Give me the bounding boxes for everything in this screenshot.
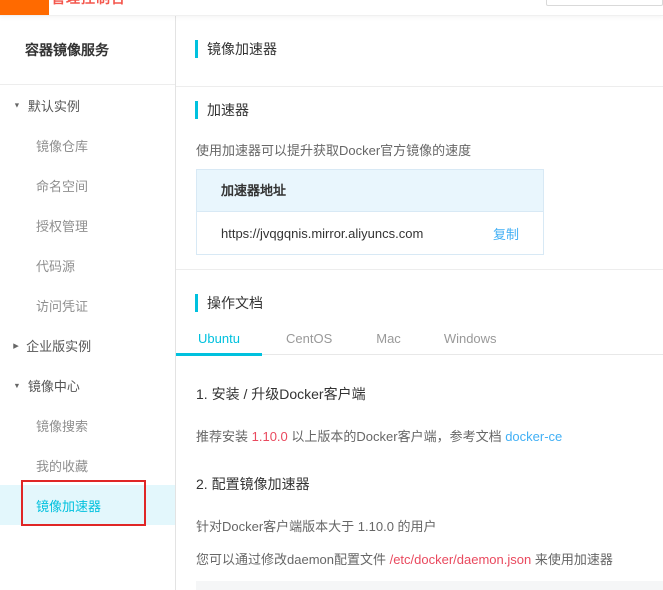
console-page: 管理控制台 容器镜像服务 ▼ 默认实例 镜像仓库 命名空间 授权管理 <box>0 0 663 590</box>
sidebar-item-image-repos[interactable]: 镜像仓库 <box>0 125 175 165</box>
sidebar: 容器镜像服务 ▼ 默认实例 镜像仓库 命名空间 授权管理 代码源 访问凭证 ▶ … <box>0 16 176 590</box>
sidebar-item-image-search[interactable]: 镜像搜索 <box>0 405 175 445</box>
sidebar-item-access-credentials[interactable]: 访问凭证 <box>0 285 175 325</box>
clipped-red-nav-text: 管理控制台 <box>51 0 161 6</box>
accelerator-description: 使用加速器可以提升获取Docker官方镜像的速度 <box>196 143 472 158</box>
top-header-bar: 管理控制台 <box>0 0 663 16</box>
copy-button[interactable]: 复制 <box>493 224 519 243</box>
accent-bar <box>195 294 198 312</box>
docker-ce-link[interactable]: docker-ce <box>505 429 562 444</box>
sidebar-item-image-accelerator[interactable]: 镜像加速器 <box>0 485 175 525</box>
sidebar-group-enterprise-instance[interactable]: ▶ 企业版实例 <box>0 325 175 365</box>
chevron-right-icon: ▶ <box>13 340 19 350</box>
sidebar-group-label: 企业版实例 <box>26 338 92 354</box>
chevron-down-icon: ▼ <box>13 100 21 110</box>
table-header-accelerator-address: 加速器地址 <box>197 170 543 212</box>
divider <box>176 86 663 87</box>
table-row: https://jvqgqnis.mirror.aliyuncs.com 复制 <box>197 212 543 254</box>
daemon-json-path: /etc/docker/daemon.json <box>389 552 532 567</box>
chevron-down-icon: ▼ <box>13 380 21 390</box>
docs-section-title: 操作文档 <box>195 293 663 313</box>
tab-mac[interactable]: Mac <box>376 331 401 354</box>
sidebar-item-my-favorites[interactable]: 我的收藏 <box>0 445 175 485</box>
sidebar-item-namespaces[interactable]: 命名空间 <box>0 165 175 205</box>
sidebar-group-label: 镜像中心 <box>27 378 80 394</box>
step2-title: 2. 配置镜像加速器 <box>196 476 310 492</box>
accelerator-url: https://jvqgqnis.mirror.aliyuncs.com <box>221 225 424 241</box>
sidebar-item-code-source[interactable]: 代码源 <box>0 245 175 285</box>
step1-text: 推荐安装 1.10.0 以上版本的Docker客户端，参考文档 docker-c… <box>196 429 563 444</box>
accelerator-section-title: 加速器 <box>195 100 663 120</box>
page-title: 镜像加速器 <box>195 39 663 59</box>
aliyun-logo[interactable] <box>0 0 49 15</box>
tab-centos[interactable]: CentOS <box>286 331 332 354</box>
sidebar-group-image-center[interactable]: ▼ 镜像中心 <box>0 365 175 405</box>
tab-ubuntu[interactable]: Ubuntu <box>176 331 262 356</box>
divider <box>176 269 663 270</box>
accent-bar <box>195 40 198 58</box>
sidebar-group-default-instance[interactable]: ▼ 默认实例 <box>0 85 175 125</box>
step2-line1: 针对Docker客户端版本大于 1.10.0 的用户 <box>196 519 437 534</box>
step2-line2: 您可以通过修改daemon配置文件 /etc/docker/daemon.jso… <box>196 552 613 567</box>
docker-version: 1.10.0 <box>251 429 288 444</box>
sidebar-group-label: 默认实例 <box>27 98 80 114</box>
sidebar-title: 容器镜像服务 <box>25 42 109 58</box>
shell-code-block[interactable]: sudo mkdir -p /etc/docker sudo tee /etc/… <box>196 581 663 590</box>
sidebar-nav: ▼ 默认实例 镜像仓库 命名空间 授权管理 代码源 访问凭证 ▶ 企业版实例 ▼… <box>0 85 175 525</box>
accent-bar <box>195 101 198 119</box>
main-content: 镜像加速器 加速器 使用加速器可以提升获取Docker官方镜像的速度 加速器地址… <box>176 16 663 590</box>
accelerator-table: 加速器地址 https://jvqgqnis.mirror.aliyuncs.c… <box>196 169 544 255</box>
step1-title: 1. 安装 / 升级Docker客户端 <box>196 386 366 402</box>
os-tab-bar: Ubuntu CentOS Mac Windows <box>176 325 663 356</box>
search-input[interactable] <box>546 0 663 6</box>
sidebar-item-auth-management[interactable]: 授权管理 <box>0 205 175 245</box>
tab-windows[interactable]: Windows <box>444 331 497 354</box>
